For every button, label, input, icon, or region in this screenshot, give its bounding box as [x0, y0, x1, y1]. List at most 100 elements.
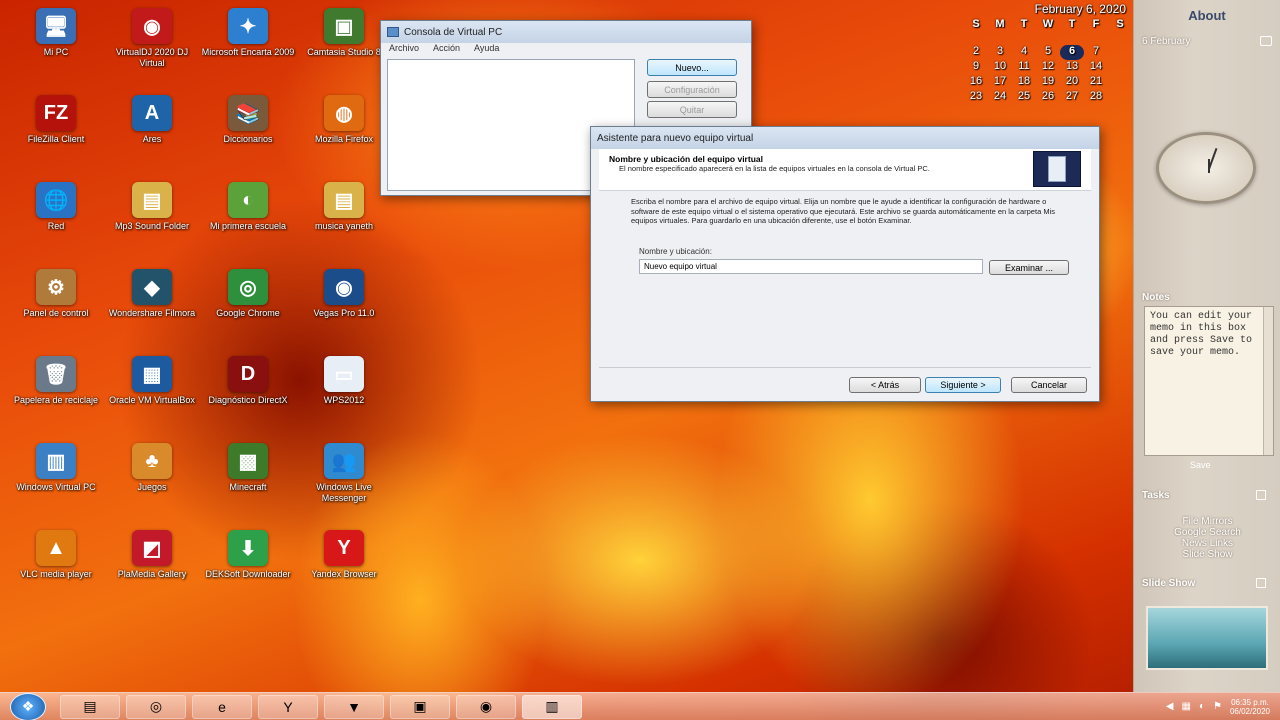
task-item[interactable]: News Links [1134, 538, 1280, 549]
desktop-icon[interactable]: ▤ musica yaneth [296, 182, 392, 232]
calendar-day[interactable]: 14 [1084, 60, 1108, 75]
calendar-day[interactable] [1036, 30, 1060, 45]
calendar-day[interactable]: 13 [1060, 60, 1084, 75]
tray-volume-icon[interactable]: ◐ [1199, 701, 1205, 712]
taskbar-app-camtasia[interactable]: ▣ [390, 694, 450, 719]
calendar-day[interactable]: 9 [964, 60, 988, 75]
desktop-icon[interactable]: ▥ Windows Virtual PC [8, 443, 104, 493]
desktop-icon[interactable]: ◐ Mi primera escuela [200, 182, 296, 232]
tray-network-icon[interactable]: ▦ [1181, 701, 1190, 712]
notes-scrollbar[interactable] [1263, 307, 1273, 455]
desktop-icon[interactable]: ▩ Minecraft [200, 443, 296, 493]
taskbar-app-recorder[interactable]: ◉ [456, 694, 516, 719]
desktop-icon[interactable]: 👥 Windows Live Messenger [296, 443, 392, 504]
desktop-icon[interactable]: ◍ Mozilla Firefox [296, 95, 392, 145]
calendar-day-today[interactable]: 6 [1060, 45, 1084, 60]
calendar-day[interactable] [988, 30, 1012, 45]
settings-button[interactable]: Configuración [647, 81, 737, 98]
desktop-icon[interactable]: ⬇ DEKSoft Downloader [200, 530, 296, 580]
settings-icon[interactable] [1260, 36, 1272, 46]
taskbar-app-ie[interactable]: e [192, 694, 252, 719]
desktop-icon[interactable]: 🌐 Red [8, 182, 104, 232]
desktop-icon[interactable]: Y Yandex Browser [296, 530, 392, 580]
calendar-day[interactable]: 7 [1084, 45, 1108, 60]
cancel-button[interactable]: Cancelar [1011, 377, 1087, 393]
desktop-icon[interactable]: ▦ Oracle VM VirtualBox [104, 356, 200, 406]
calendar-day[interactable]: 18 [1012, 75, 1036, 90]
slideshow-expand-icon[interactable] [1256, 578, 1266, 588]
desktop-icon[interactable]: ◆ Wondershare Filmora [104, 269, 200, 319]
desktop-icon[interactable]: ◉ Vegas Pro 11.0 [296, 269, 392, 319]
desktop-icon[interactable]: 🗑 Papelera de reciclaje [8, 356, 104, 406]
calendar-day[interactable]: 5 [1036, 45, 1060, 60]
notes-memo-box[interactable]: You can edit your memo in this box and p… [1144, 306, 1274, 456]
task-item[interactable]: Google Search [1134, 527, 1280, 538]
desktop-icon[interactable]: FZ FileZilla Client [8, 95, 104, 145]
desktop-icon[interactable]: 📚 Diccionarios [200, 95, 296, 145]
desktop-icon[interactable]: 🖥 Mi PC [8, 8, 104, 58]
console-titlebar[interactable]: Consola de Virtual PC [381, 21, 751, 43]
calendar-day[interactable]: 3 [988, 45, 1012, 60]
calendar-day[interactable]: 28 [1084, 90, 1108, 105]
desktop-icon[interactable]: ◩ PlaMedia Gallery [104, 530, 200, 580]
calendar-day[interactable]: 17 [988, 75, 1012, 90]
calendar-day[interactable]: 27 [1060, 90, 1084, 105]
calendar-day[interactable]: 11 [1012, 60, 1036, 75]
menu-item-archivo[interactable]: Archivo [389, 43, 419, 57]
tray-clock[interactable]: 06:35 p.m. 06/02/2020 [1230, 698, 1270, 716]
start-button[interactable]: ❖ [10, 692, 46, 720]
tasks-expand-icon[interactable] [1256, 490, 1266, 500]
calendar-day[interactable] [1108, 75, 1132, 90]
calendar-day[interactable]: 26 [1036, 90, 1060, 105]
calendar-day[interactable] [1108, 45, 1132, 60]
taskbar-app-chrome[interactable]: ◎ [126, 694, 186, 719]
analog-clock-gadget[interactable] [1156, 132, 1256, 204]
tray-arrow-icon[interactable]: ◀ [1166, 701, 1174, 712]
calendar-day[interactable] [1012, 30, 1036, 45]
calendar-gadget[interactable]: February 6, 2020 S M T W T F S 2 3 4 5 6 7 9 10… [962, 2, 1132, 112]
menu-item-ayuda[interactable]: Ayuda [474, 43, 499, 57]
desktop-icon[interactable]: ▭ WPS2012 [296, 356, 392, 406]
name-location-input[interactable] [639, 259, 983, 274]
browse-button[interactable]: Examinar ... [989, 260, 1069, 275]
calendar-day[interactable]: 12 [1036, 60, 1060, 75]
desktop-icon[interactable]: D Diagnóstico DirectX [200, 356, 296, 406]
calendar-day[interactable]: 10 [988, 60, 1012, 75]
about-title[interactable]: About [1134, 8, 1280, 23]
calendar-day[interactable]: 20 [1060, 75, 1084, 90]
desktop-icon[interactable]: ▲ VLC media player [8, 530, 104, 580]
new-virtual-machine-wizard[interactable]: Asistente para nuevo equipo virtual Nomb… [590, 126, 1100, 402]
desktop-icon[interactable]: ✦ Microsoft Encarta 2009 [200, 8, 296, 58]
calendar-day[interactable] [1060, 30, 1084, 45]
desktop-icon[interactable]: ◎ Google Chrome [200, 269, 296, 319]
desktop-icon[interactable]: ◉ VirtualDJ 2020 DJ Virtual [104, 8, 200, 69]
calendar-day[interactable]: 16 [964, 75, 988, 90]
calendar-day[interactable]: 21 [1084, 75, 1108, 90]
next-button[interactable]: Siguiente > [925, 377, 1001, 393]
back-button[interactable]: < Atrás [849, 377, 921, 393]
tray-flag-icon[interactable]: ⚑ [1213, 701, 1222, 712]
calendar-day[interactable]: 2 [964, 45, 988, 60]
calendar-day[interactable] [1108, 90, 1132, 105]
desktop-icon[interactable]: ⚙ Panel de control [8, 269, 104, 319]
taskbar-app-brave[interactable]: ▼ [324, 694, 384, 719]
calendar-day[interactable] [1108, 60, 1132, 75]
calendar-day[interactable] [1108, 30, 1132, 45]
task-item[interactable]: File Mirrors [1134, 516, 1280, 527]
desktop-icon[interactable]: A Ares [104, 95, 200, 145]
menu-item-accion[interactable]: Acción [433, 43, 460, 57]
calendar-day[interactable] [964, 30, 988, 45]
notes-save-link[interactable]: Save [1190, 460, 1211, 470]
calendar-day[interactable]: 24 [988, 90, 1012, 105]
wizard-titlebar[interactable]: Asistente para nuevo equipo virtual [591, 127, 1099, 149]
desktop-icon[interactable]: ♣ Juegos [104, 443, 200, 493]
slideshow-image[interactable] [1146, 606, 1268, 670]
calendar-day[interactable]: 19 [1036, 75, 1060, 90]
taskbar-app-yandex[interactable]: Y [258, 694, 318, 719]
desktop-icon[interactable]: ▤ Mp3 Sound Folder [104, 182, 200, 232]
calendar-day[interactable]: 25 [1012, 90, 1036, 105]
calendar-day[interactable]: 23 [964, 90, 988, 105]
task-item[interactable]: Slide Show [1134, 549, 1280, 560]
desktop-icon[interactable]: ▣ Camtasia Studio 8 [296, 8, 392, 58]
calendar-day[interactable] [1084, 30, 1108, 45]
